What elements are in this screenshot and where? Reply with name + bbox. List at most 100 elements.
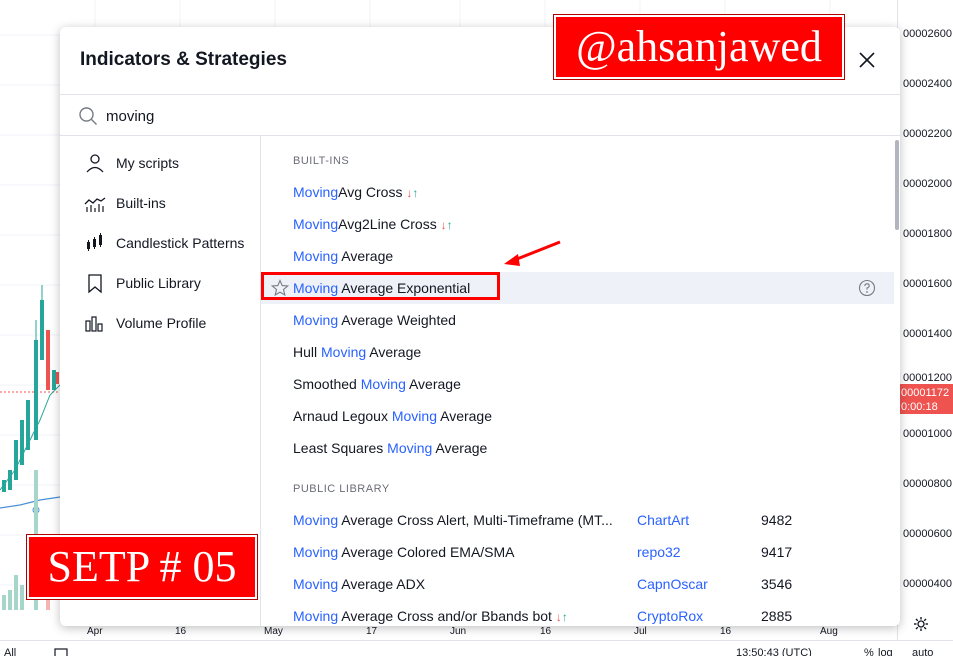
indicator-row-selected[interactable]: Moving Average Exponential xyxy=(261,272,894,304)
script-author-link[interactable]: repo32 xyxy=(637,544,681,560)
price-label: 00001800 xyxy=(903,228,952,240)
author-watermark: @ahsanjawed xyxy=(554,15,844,79)
script-author-link[interactable]: ChartArt xyxy=(637,512,689,528)
indicator-name: Least Squares Moving Average xyxy=(293,440,488,456)
arrow-up-icon: ↑ xyxy=(446,218,453,232)
last-price-value: 00001172 xyxy=(901,387,950,399)
indicator-name: Arnaud Legoux Moving Average xyxy=(293,408,493,424)
indicator-row[interactable]: Moving Average Weighted xyxy=(261,304,894,336)
tradingview-screen: 00002600 00002400 00002200 00002000 0000… xyxy=(0,0,953,656)
price-label: 00001600 xyxy=(903,278,952,290)
price-label: 00002400 xyxy=(903,78,952,90)
indicator-name: MovingAvg Cross ↓↑ xyxy=(293,184,419,200)
results-scrollbar[interactable] xyxy=(895,140,899,230)
public-script-row[interactable]: Moving Average Colored EMA/SMA repo32 94… xyxy=(261,536,894,568)
last-price-tag: 00001172 0:00:18 xyxy=(898,384,953,414)
script-author-link[interactable]: CapnOscar xyxy=(637,576,708,592)
script-likes: 2885 xyxy=(761,608,793,624)
user-icon xyxy=(86,154,104,173)
candlestick-icon xyxy=(87,233,102,251)
section-header-built-ins: BUILT-INS xyxy=(293,155,350,167)
price-label: 00001200 xyxy=(903,372,952,384)
indicator-row[interactable]: MovingAvg2Line Cross ↓↑ xyxy=(261,208,894,240)
time-label: 16 xyxy=(720,626,732,637)
auto-toggle[interactable]: auto xyxy=(912,647,933,656)
indicator-row[interactable]: MovingAvg Cross ↓↑ xyxy=(261,176,894,208)
price-label: 00001400 xyxy=(903,328,952,340)
settings-gear-icon[interactable] xyxy=(913,616,929,632)
time-scale[interactable]: Apr 16 May 17 Jun 16 Jul 16 Aug xyxy=(0,617,953,640)
step-label: SETP # 05 xyxy=(27,535,257,599)
annotation-highlight-box xyxy=(261,272,500,300)
arrow-up-icon: ↑ xyxy=(412,186,419,200)
script-likes: 9482 xyxy=(761,512,793,528)
results-list[interactable]: BUILT-INS MovingAvg Cross ↓↑ MovingAvg2L… xyxy=(261,136,900,626)
time-label: 17 xyxy=(366,626,378,637)
sidebar-item-built-ins[interactable]: Built-ins xyxy=(84,187,254,217)
close-icon[interactable] xyxy=(854,47,880,73)
script-author-link[interactable]: CryptoRox xyxy=(637,608,703,624)
script-likes: 3546 xyxy=(761,576,793,592)
public-script-row[interactable]: Moving Average Cross Alert, Multi-Timefr… xyxy=(261,504,894,536)
price-label: 00000600 xyxy=(903,528,952,540)
sidebar-item-label: My scripts xyxy=(116,155,179,171)
help-icon[interactable] xyxy=(858,279,876,297)
indicator-name: Smoothed Moving Average xyxy=(293,376,461,392)
dialog-title: Indicators & Strategies xyxy=(80,49,287,70)
log-toggle[interactable]: log xyxy=(878,647,893,656)
indicator-row[interactable]: Hull Moving Average xyxy=(261,336,894,368)
script-name: Moving Average Cross and/or Bbands bot ↓… xyxy=(293,608,568,624)
sidebar-item-label: Built-ins xyxy=(116,195,166,211)
sidebar-item-public-library[interactable]: Public Library xyxy=(84,267,254,297)
annotation-arrow-icon xyxy=(504,240,561,266)
indicator-name: MovingAvg2Line Cross ↓↑ xyxy=(293,216,453,232)
indicator-row[interactable]: Smoothed Moving Average xyxy=(261,368,894,400)
indicator-row[interactable]: Arnaud Legoux Moving Average xyxy=(261,400,894,432)
search-bar xyxy=(60,94,900,136)
bottom-toolbar: All 13:50:43 (UTC) % log auto xyxy=(0,640,953,656)
time-label: 16 xyxy=(540,626,552,637)
indicator-name: Moving Average xyxy=(293,248,394,264)
price-label: 00000400 xyxy=(903,578,952,590)
script-likes: 9417 xyxy=(761,544,793,560)
script-name: Moving Average Colored EMA/SMA xyxy=(293,544,515,560)
indicator-row[interactable]: Moving Average xyxy=(261,240,894,272)
sidebar-item-candlestick-patterns[interactable]: Candlestick Patterns xyxy=(84,227,254,257)
price-label: 00002600 xyxy=(903,28,952,40)
sidebar-item-volume-profile[interactable]: Volume Profile xyxy=(84,307,254,337)
price-label: 00002200 xyxy=(903,128,952,140)
sidebar-item-label: Public Library xyxy=(116,275,201,291)
time-label: Jul xyxy=(634,626,647,637)
sidebar-item-label: Candlestick Patterns xyxy=(116,235,245,251)
public-script-row[interactable]: Moving Average Cross and/or Bbands bot ↓… xyxy=(261,600,894,626)
time-label: Jun xyxy=(450,626,467,637)
sidebar-item-label: Volume Profile xyxy=(116,315,207,331)
price-label: 00002000 xyxy=(903,178,952,190)
public-script-row[interactable]: Moving Average ADX CapnOscar 3546 xyxy=(261,568,894,600)
utc-clock[interactable]: 13:50:43 (UTC) xyxy=(736,647,812,656)
script-name: Moving Average Cross Alert, Multi-Timefr… xyxy=(293,512,613,528)
search-icon xyxy=(79,107,97,125)
time-label: 16 xyxy=(175,626,187,637)
price-label: 00001000 xyxy=(903,428,952,440)
indicator-name: Hull Moving Average xyxy=(293,344,422,360)
script-name: Moving Average ADX xyxy=(293,576,426,592)
built-ins-chart-icon xyxy=(84,197,106,212)
indicator-row[interactable]: Least Squares Moving Average xyxy=(261,432,894,464)
price-label: 00000800 xyxy=(903,478,952,490)
range-all-button[interactable]: All xyxy=(4,647,16,656)
time-label: Apr xyxy=(87,626,103,637)
arrow-up-icon: ↑ xyxy=(561,610,568,624)
sidebar-item-my-scripts[interactable]: My scripts xyxy=(84,147,254,177)
time-label: May xyxy=(264,626,283,637)
indicator-name: Moving Average Weighted xyxy=(293,312,456,328)
calendar-icon[interactable] xyxy=(54,647,68,656)
percent-toggle[interactable]: % xyxy=(864,647,874,656)
search-input[interactable] xyxy=(106,103,866,129)
section-header-public-library: PUBLIC LIBRARY xyxy=(293,483,390,495)
bar-countdown: 0:00:18 xyxy=(901,401,938,413)
time-label: Aug xyxy=(820,626,838,637)
bookmark-icon xyxy=(88,274,102,294)
volume-profile-icon xyxy=(85,316,103,332)
price-scale[interactable]: 00002600 00002400 00002200 00002000 0000… xyxy=(897,0,953,640)
